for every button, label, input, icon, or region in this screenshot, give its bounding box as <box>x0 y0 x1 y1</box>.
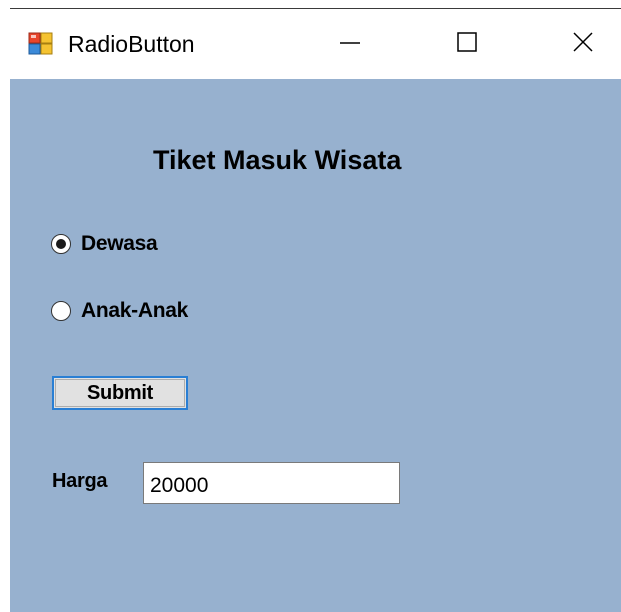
price-label: Harga <box>52 470 108 492</box>
maximize-icon <box>456 31 478 58</box>
radio-dewasa[interactable]: Dewasa <box>51 231 158 257</box>
submit-button[interactable]: Submit <box>52 376 188 410</box>
close-icon <box>572 31 594 58</box>
minimize-button[interactable] <box>315 9 385 79</box>
form-client-area: Tiket Masuk Wisata Dewasa Anak-Anak Subm… <box>10 79 621 612</box>
radio-button-unchecked[interactable] <box>51 301 71 321</box>
winforms-app-icon[interactable] <box>28 32 54 56</box>
title-bar[interactable]: RadioButton <box>10 9 621 79</box>
app-window: RadioButton Tiket Masuk Wisata Dewasa An… <box>0 0 621 612</box>
form-heading: Tiket Masuk Wisata <box>153 145 402 175</box>
maximize-button[interactable] <box>432 9 502 79</box>
window-title: RadioButton <box>68 31 195 57</box>
close-button[interactable] <box>548 9 618 79</box>
price-field[interactable] <box>143 462 400 504</box>
radio-label-dewasa[interactable]: Dewasa <box>81 231 158 257</box>
minimize-icon <box>339 31 361 58</box>
radio-button-checked[interactable] <box>51 234 71 254</box>
radio-anak-anak[interactable]: Anak-Anak <box>51 298 188 324</box>
radio-label-anak-anak[interactable]: Anak-Anak <box>81 298 188 324</box>
radio-dot <box>56 239 66 249</box>
